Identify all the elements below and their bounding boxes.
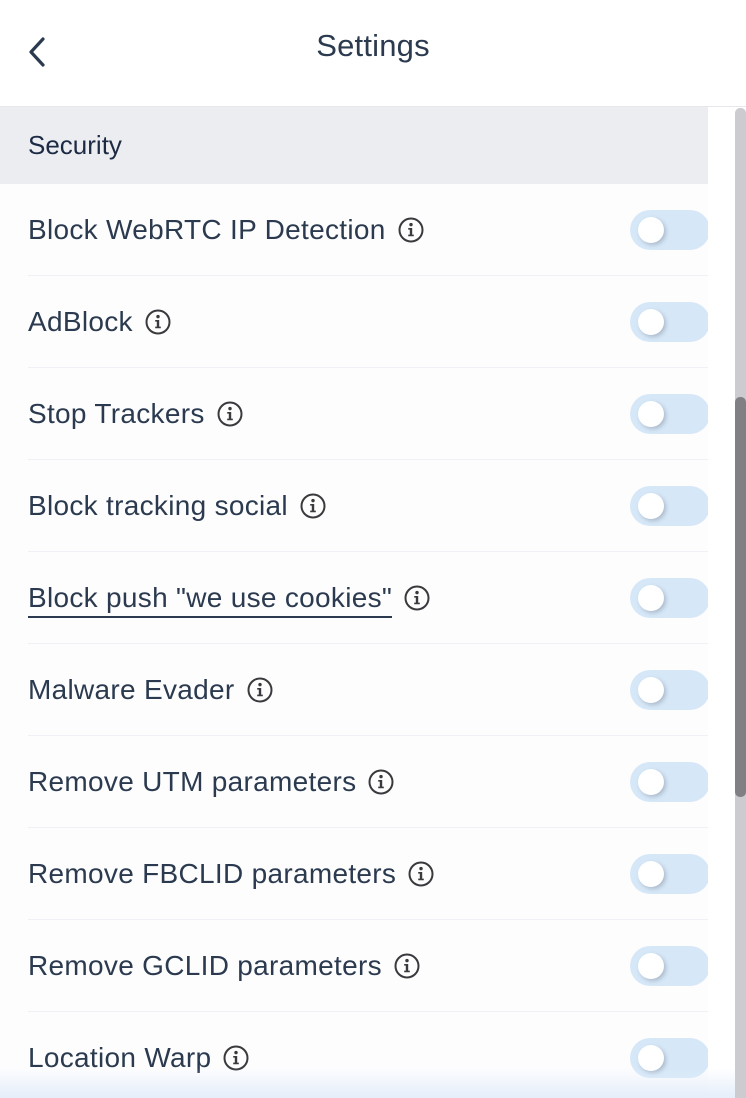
setting-row: Remove FBCLID parameters	[0, 828, 708, 920]
setting-row: Remove GCLID parameters	[0, 920, 708, 1012]
setting-row: Stop Trackers	[0, 368, 708, 460]
setting-label-wrap: Malware Evader	[0, 674, 273, 706]
info-icon[interactable]	[247, 677, 273, 703]
setting-label: AdBlock	[28, 306, 133, 337]
setting-row: Block push "we use cookies"	[0, 552, 708, 644]
setting-label: Location Warp	[28, 1042, 212, 1073]
toggle-knob	[638, 861, 664, 887]
setting-label-wrap: Stop Trackers	[0, 398, 243, 430]
setting-row: Remove UTM parameters	[0, 736, 708, 828]
setting-label[interactable]: Block push "we use cookies"	[28, 582, 393, 618]
setting-toggle[interactable]	[630, 302, 708, 342]
setting-label-wrap: Location Warp	[0, 1042, 249, 1074]
setting-toggle[interactable]	[630, 578, 708, 618]
setting-label-wrap: AdBlock	[0, 306, 171, 338]
setting-label-wrap: Remove GCLID parameters	[0, 950, 420, 982]
setting-toggle[interactable]	[630, 210, 708, 250]
setting-toggle[interactable]	[630, 762, 708, 802]
toggle-knob	[638, 493, 664, 519]
info-icon[interactable]	[145, 309, 171, 335]
setting-label-wrap: Block push "we use cookies"	[0, 578, 430, 618]
info-icon[interactable]	[404, 585, 430, 611]
toggle-knob	[638, 401, 664, 427]
setting-toggle[interactable]	[630, 670, 708, 710]
setting-label: Malware Evader	[28, 674, 235, 705]
setting-label: Block WebRTC IP Detection	[28, 214, 386, 245]
setting-row: Block WebRTC IP Detection	[0, 184, 708, 276]
setting-row: Block tracking social	[0, 460, 708, 552]
setting-row: Location Warp	[0, 1012, 708, 1098]
toggle-knob	[638, 309, 664, 335]
info-icon[interactable]	[217, 401, 243, 427]
page-title: Settings	[316, 28, 430, 63]
setting-toggle[interactable]	[630, 486, 708, 526]
setting-row: AdBlock	[0, 276, 708, 368]
setting-label: Remove UTM parameters	[28, 766, 357, 797]
setting-label: Stop Trackers	[28, 398, 205, 429]
setting-label-wrap: Remove FBCLID parameters	[0, 858, 434, 890]
info-icon[interactable]	[223, 1045, 249, 1071]
info-icon[interactable]	[368, 769, 394, 795]
info-icon[interactable]	[408, 861, 434, 887]
scrollbar-thumb[interactable]	[735, 397, 746, 797]
setting-row: Malware Evader	[0, 644, 708, 736]
info-icon[interactable]	[394, 953, 420, 979]
setting-label: Remove FBCLID parameters	[28, 858, 397, 889]
setting-toggle[interactable]	[630, 394, 708, 434]
toggle-knob	[638, 217, 664, 243]
setting-label-wrap: Block tracking social	[0, 490, 326, 522]
toggle-knob	[638, 677, 664, 703]
setting-toggle[interactable]	[630, 946, 708, 986]
setting-label: Remove GCLID parameters	[28, 950, 382, 981]
toggle-knob	[638, 585, 664, 611]
section-header-security: Security	[0, 107, 708, 184]
setting-toggle[interactable]	[630, 854, 708, 894]
setting-toggle[interactable]	[630, 1038, 708, 1078]
toggle-knob	[638, 953, 664, 979]
info-icon[interactable]	[398, 217, 424, 243]
info-icon[interactable]	[300, 493, 326, 519]
setting-label-wrap: Remove UTM parameters	[0, 766, 394, 798]
toggle-knob	[638, 769, 664, 795]
setting-label: Block tracking social	[28, 490, 288, 521]
toggle-knob	[638, 1045, 664, 1071]
settings-list: Security Block WebRTC IP Detection AdBlo…	[0, 107, 708, 1098]
setting-label-wrap: Block WebRTC IP Detection	[0, 214, 424, 246]
header-bar: Settings	[0, 0, 746, 107]
